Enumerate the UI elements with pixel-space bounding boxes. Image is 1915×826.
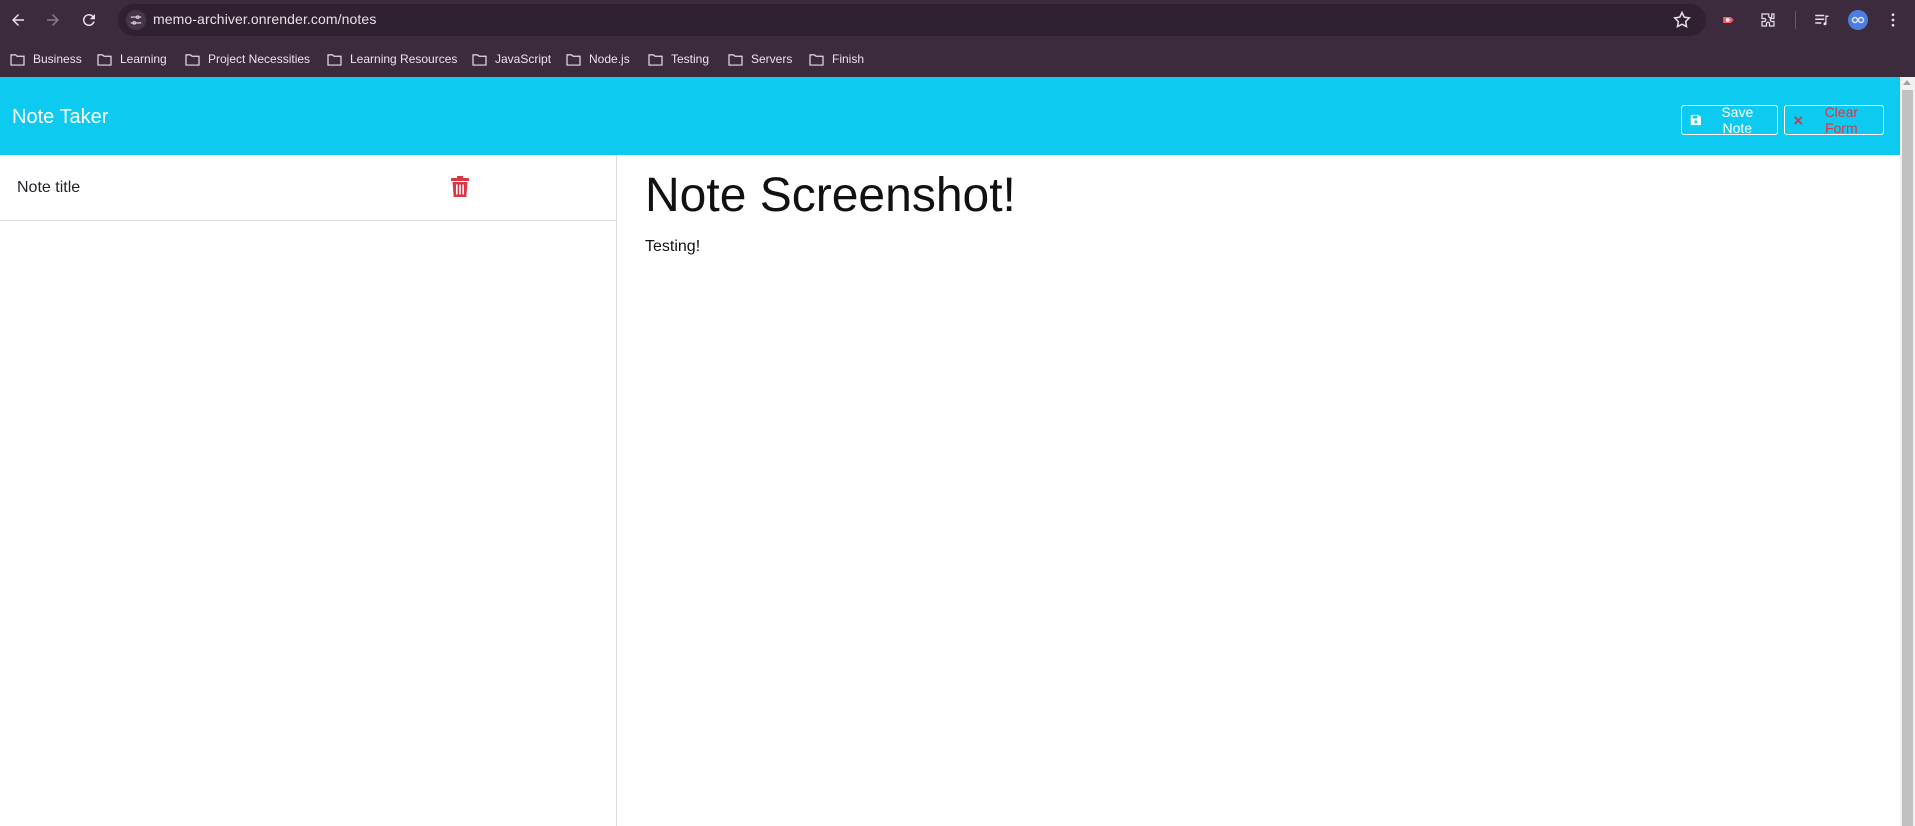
profile-avatar-icon[interactable] — [1848, 10, 1868, 30]
url-text[interactable]: memo-archiver.onrender.com/notes — [153, 11, 376, 27]
note-list: Note title — [0, 155, 617, 826]
trash-icon[interactable] — [451, 176, 469, 197]
bookmark-label: Finish — [832, 52, 865, 66]
save-icon — [1690, 114, 1701, 126]
folder-icon — [472, 53, 487, 66]
bookmark-folder-project-necessities[interactable]: Project Necessities — [185, 49, 310, 69]
clear-form-label: Clear Form — [1824, 104, 1859, 136]
list-item[interactable]: Note title — [0, 155, 616, 221]
bookmark-folder-nodejs[interactable]: Node.js — [566, 49, 630, 69]
folder-icon — [97, 53, 112, 66]
bookmark-label: JavaScript — [495, 52, 552, 66]
bookmark-label: Servers — [751, 52, 793, 66]
scrollbar-thumb[interactable] — [1902, 90, 1913, 826]
bookmark-label: Learning Resources — [350, 52, 458, 66]
bookmark-label: Learning — [120, 52, 167, 66]
close-icon — [1794, 115, 1803, 125]
address-bar[interactable]: memo-archiver.onrender.com/notes — [118, 4, 1706, 36]
scroll-up-arrow-icon[interactable] — [1903, 80, 1911, 85]
save-note-button[interactable]: Save Note — [1681, 104, 1778, 136]
note-text-field[interactable]: Testing! — [645, 238, 700, 256]
browser-toolbar: memo-archiver.onrender.com/notes — [0, 0, 1915, 40]
app-navbar: Note Taker Save Note Clear Form — [0, 77, 1900, 155]
menu-kebab-icon[interactable] — [1883, 10, 1903, 30]
extension-icon[interactable] — [1720, 10, 1740, 30]
folder-icon — [185, 53, 200, 66]
bookmark-star-icon[interactable] — [1672, 10, 1692, 30]
bookmark-label: Business — [33, 52, 82, 66]
folder-icon — [728, 53, 743, 66]
extensions-puzzle-icon[interactable] — [1758, 10, 1778, 30]
note-editor: Note Screenshot! Testing! — [618, 155, 1900, 826]
note-list-title[interactable]: Note title — [17, 179, 80, 197]
bookmark-folder-javascript[interactable]: JavaScript — [472, 49, 551, 69]
folder-icon — [566, 53, 581, 66]
back-icon[interactable] — [7, 9, 29, 31]
bookmark-label: Project Necessities — [208, 52, 311, 66]
reload-icon[interactable] — [78, 9, 100, 31]
folder-icon — [10, 53, 25, 66]
save-note-label: Save Note — [1721, 104, 1754, 136]
bookmark-folder-business[interactable]: Business — [10, 49, 82, 69]
bookmark-folder-finish[interactable]: Finish — [809, 49, 864, 69]
bookmark-folder-learning[interactable]: Learning — [97, 49, 167, 69]
brand-title[interactable]: Note Taker — [12, 106, 108, 129]
toolbar-divider — [1795, 11, 1796, 29]
forward-icon[interactable] — [42, 9, 64, 31]
bookmark-folder-servers[interactable]: Servers — [728, 49, 792, 69]
folder-icon — [809, 53, 824, 66]
clear-form-button[interactable]: Clear Form — [1784, 104, 1884, 136]
bookmark-label: Node.js — [589, 52, 630, 66]
bookmark-folder-learning-resources[interactable]: Learning Resources — [327, 49, 457, 69]
bookmark-label: Testing — [671, 52, 710, 66]
media-queue-icon[interactable] — [1812, 10, 1832, 30]
bookmark-folder-testing[interactable]: Testing — [648, 49, 709, 69]
folder-icon — [327, 53, 342, 66]
bookmarks-bar: Business Learning Project Necessities Le… — [0, 40, 1915, 77]
site-info-icon[interactable] — [126, 10, 146, 30]
note-title-field[interactable]: Note Screenshot! — [645, 168, 1016, 223]
page-scrollbar[interactable] — [1900, 77, 1915, 826]
folder-icon — [648, 53, 663, 66]
